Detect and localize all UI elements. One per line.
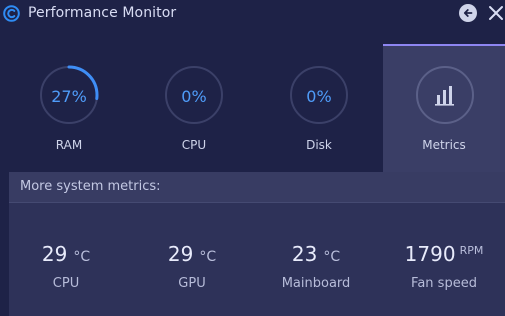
ram-label: RAM xyxy=(55,138,83,152)
mainboard-temp-unit: °C xyxy=(323,249,341,265)
disk-gauge-tab[interactable]: 0% Disk xyxy=(257,44,381,172)
metrics-ring xyxy=(415,65,475,125)
ram-value: 27% xyxy=(51,87,87,106)
system-metrics-panel: More system metrics: 29 °C CPU 29 °C GPU 2… xyxy=(9,172,505,316)
tab-metrics[interactable]: Metrics xyxy=(383,44,505,172)
ccleaner-logo-icon xyxy=(3,5,20,22)
close-icon[interactable] xyxy=(487,3,505,23)
app-title: Performance Monitor xyxy=(28,5,177,21)
metrics-label: Metrics xyxy=(422,138,466,152)
cpu-temp-unit: °C xyxy=(73,249,91,265)
mainboard-temp-value: 23 xyxy=(291,242,318,266)
arrow-left-icon xyxy=(463,9,473,17)
cpu-value: 0% xyxy=(181,87,207,106)
bar-chart-icon xyxy=(416,66,474,124)
fan-speed-label: Fan speed xyxy=(411,276,477,291)
disk-value: 0% xyxy=(306,87,332,106)
gpu-temp-value: 29 xyxy=(167,242,194,266)
back-button[interactable] xyxy=(459,4,477,22)
gpu-temp-unit: °C xyxy=(199,249,217,265)
cpu-temp-label: CPU xyxy=(52,276,80,291)
disk-label: Disk xyxy=(306,138,332,152)
title-bar: Performance Monitor xyxy=(0,0,505,30)
cpu-label: CPU xyxy=(181,138,207,152)
cpu-gauge-tab[interactable]: 0% CPU xyxy=(132,44,256,172)
gpu-temp-metric: 29 °C GPU xyxy=(132,242,252,302)
fan-speed-unit: RPM xyxy=(459,244,484,257)
fan-speed-metric: 1790 RPM Fan speed xyxy=(384,242,504,302)
usage-gauges: 27% RAM 0% CPU 0% Disk Metrics xyxy=(0,44,505,172)
gpu-temp-label: GPU xyxy=(178,276,206,291)
cpu-temp-metric: 29 °C CPU xyxy=(6,242,126,302)
fan-speed-value: 1790 xyxy=(404,242,456,266)
metrics-header: More system metrics: xyxy=(9,172,505,203)
mainboard-temp-label: Mainboard xyxy=(281,276,351,291)
cpu-temp-value: 29 xyxy=(41,242,68,266)
mainboard-temp-metric: 23 °C Mainboard xyxy=(256,242,376,302)
ram-gauge-tab[interactable]: 27% RAM xyxy=(7,44,131,172)
metrics-header-text: More system metrics: xyxy=(20,179,161,194)
